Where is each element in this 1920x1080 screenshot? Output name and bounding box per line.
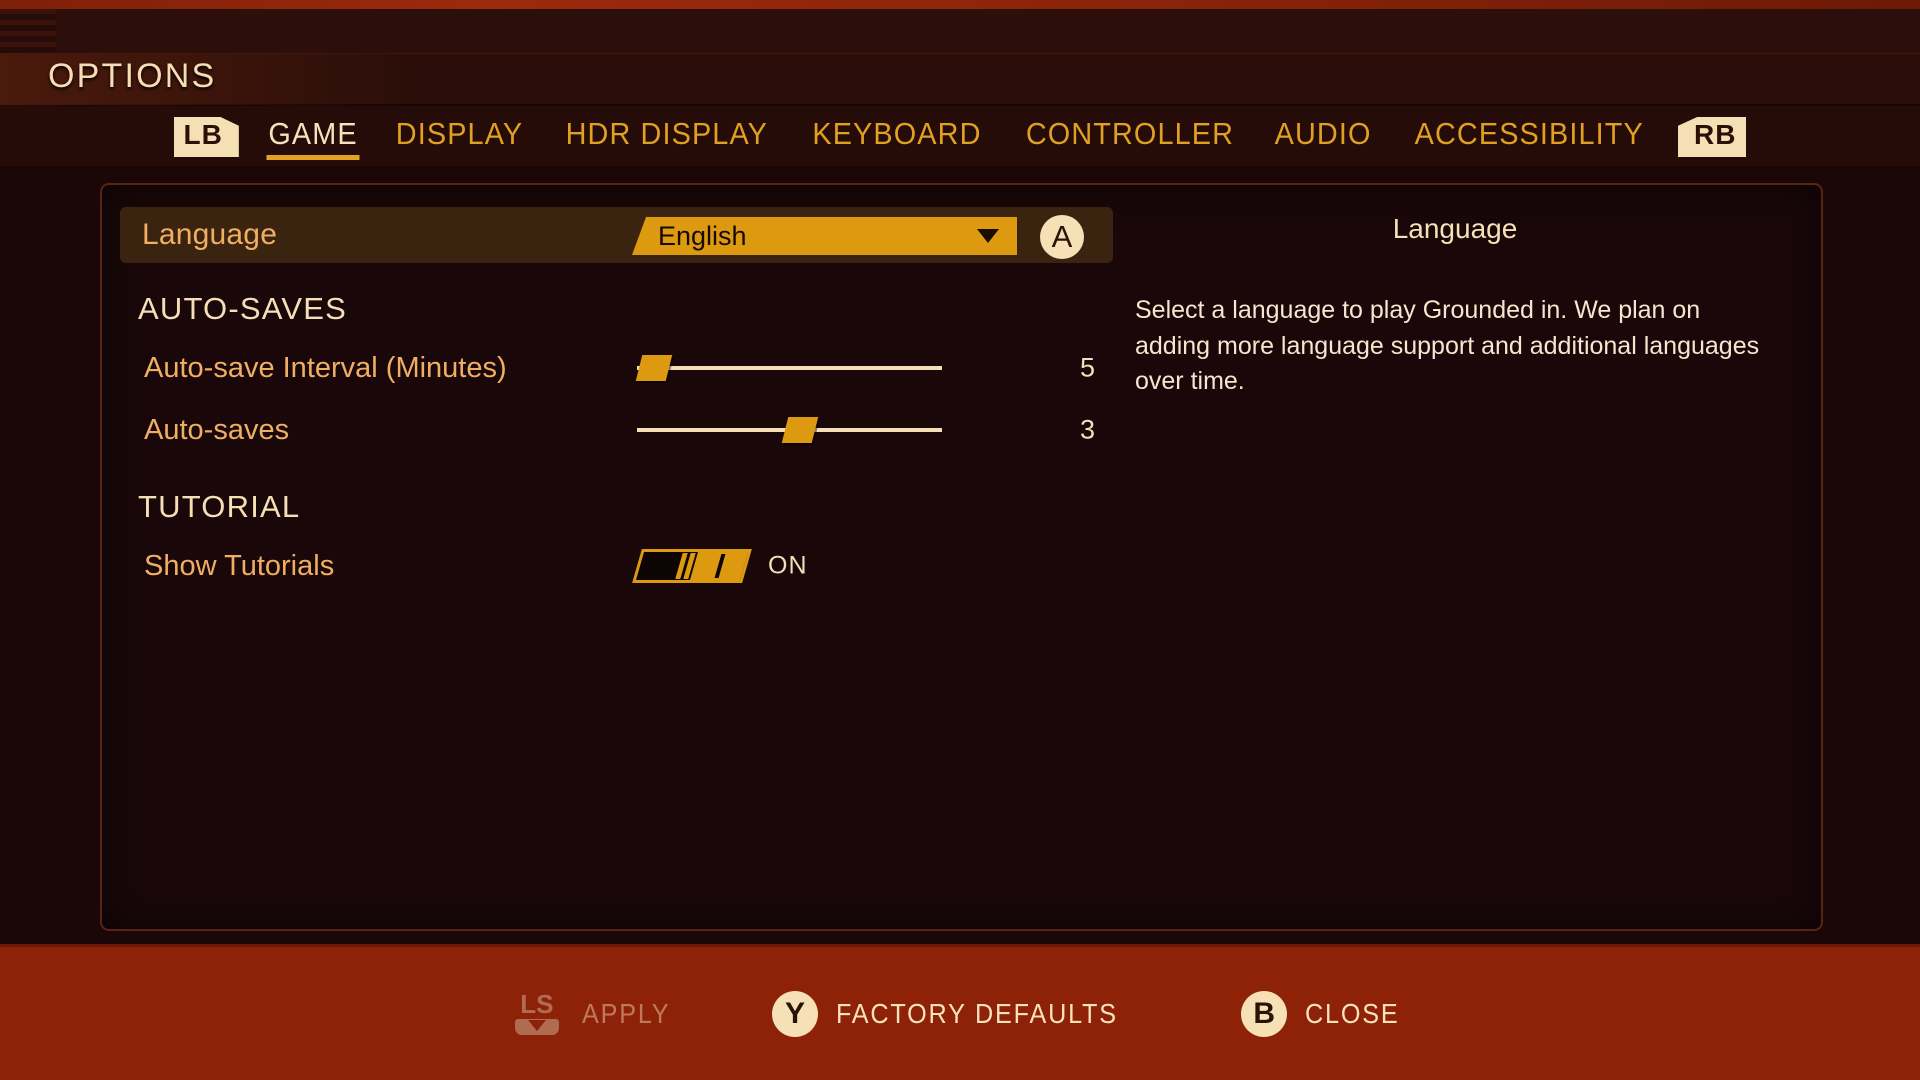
show-tutorials-state: ON (768, 551, 808, 580)
action-bar: LS APPLY Y FACTORY DEFAULTS B CLOSE (0, 944, 1920, 1080)
tab-display[interactable]: DISPLAY (392, 114, 527, 160)
chevron-down-icon (977, 229, 999, 243)
setting-row-show-tutorials[interactable]: Show Tutorials ON (120, 535, 1120, 597)
tab-bar: LB GAME DISPLAY HDR DISPLAY KEYBOARD CON… (0, 110, 1920, 164)
setting-row-auto-save-interval[interactable]: Auto-save Interval (Minutes) 5 (120, 337, 1120, 399)
description-title: Language (1392, 213, 1518, 244)
left-stick-base (514, 1019, 559, 1036)
show-tutorials-label: Show Tutorials (144, 549, 335, 582)
auto-save-interval-slider[interactable] (635, 355, 942, 381)
language-dropdown[interactable]: English (632, 217, 1017, 255)
show-tutorials-toggle[interactable] (632, 549, 752, 583)
page-title: OPTIONS (48, 57, 217, 95)
top-dark-band (0, 9, 1920, 53)
a-button-icon[interactable]: A (1040, 215, 1084, 259)
action-factory-defaults[interactable]: Y FACTORY DEFAULTS (772, 990, 1149, 1037)
slider-track (637, 366, 942, 370)
tab-controller[interactable]: CONTROLLER (1022, 114, 1238, 160)
settings-list: Language English A AUTO-SAVES Auto-save … (120, 207, 1120, 597)
right-bumper-label: RB (1694, 119, 1737, 150)
tab-audio[interactable]: AUDIO (1271, 114, 1375, 160)
auto-save-interval-label: Auto-save Interval (Minutes) (144, 351, 507, 384)
auto-saves-slider[interactable] (637, 417, 942, 443)
slider-handle[interactable] (781, 417, 819, 443)
left-bumper-label: LB (183, 119, 223, 150)
slider-handle[interactable] (635, 355, 673, 381)
language-label: Language (142, 218, 278, 251)
description-body: Select a language to play Grounded in. W… (1135, 296, 1760, 395)
b-button-icon: B (1241, 990, 1288, 1037)
language-value: English (658, 220, 747, 251)
apply-label: APPLY (581, 997, 671, 1029)
tab-hdr-display[interactable]: HDR DISPLAY (562, 114, 772, 160)
action-apply[interactable]: LS APPLY (510, 987, 680, 1041)
section-heading-tutorial: TUTORIAL (138, 489, 301, 524)
top-accent-strip (0, 0, 1920, 9)
left-bumper-icon[interactable]: LB (173, 117, 239, 157)
setting-row-language[interactable]: Language English A (120, 207, 1113, 263)
auto-saves-label: Auto-saves (144, 413, 290, 446)
left-stick-label: LS (520, 988, 554, 1019)
auto-saves-value: 3 (1080, 414, 1096, 445)
tab-keyboard[interactable]: KEYBOARD (808, 114, 985, 160)
options-screen: OPTIONS LB GAME DISPLAY HDR DISPLAY KEYB… (0, 0, 1920, 1080)
tab-game[interactable]: GAME (264, 114, 361, 160)
right-bumper-icon[interactable]: RB (1678, 117, 1747, 157)
description-panel: Language Select a language to play Groun… (1135, 213, 1775, 400)
auto-save-interval-value: 5 (1080, 352, 1096, 383)
factory-defaults-label: FACTORY DEFAULTS (836, 997, 1118, 1029)
left-stick-icon: LS (510, 987, 564, 1041)
close-label: CLOSE (1305, 997, 1400, 1029)
action-close[interactable]: B CLOSE (1241, 990, 1410, 1037)
setting-row-auto-saves[interactable]: Auto-saves 3 (120, 399, 1120, 461)
section-heading-auto-saves: AUTO-SAVES (138, 291, 347, 326)
y-button-icon: Y (772, 990, 819, 1037)
options-panel: Language English A AUTO-SAVES Auto-save … (100, 183, 1823, 931)
tab-accessibility[interactable]: ACCESSIBILITY (1410, 114, 1647, 160)
